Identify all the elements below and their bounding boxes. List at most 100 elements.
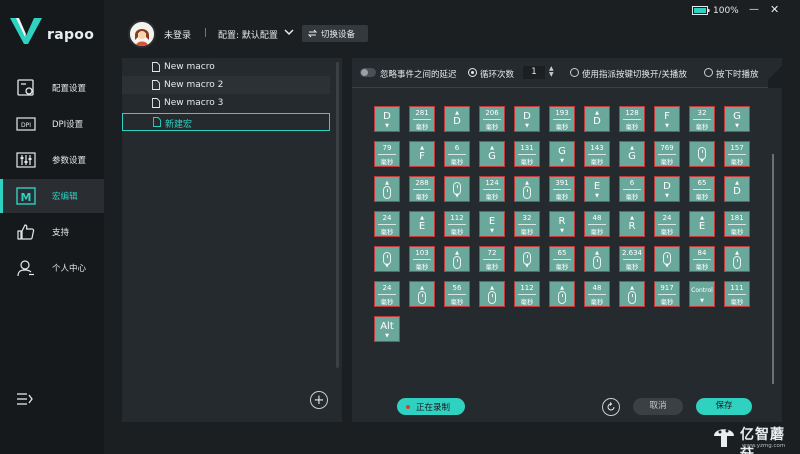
mouse-up-event[interactable]: ▲ [514,176,540,202]
delay-event[interactable]: 24 毫秒 [654,211,680,237]
current-config[interactable]: 配置: 默认配置 [218,28,278,41]
delay-event[interactable]: 769 毫秒 [654,141,680,167]
delay-event[interactable]: 72 毫秒 [479,246,505,272]
save-button[interactable]: 保存 [696,398,752,415]
key-down-event[interactable]: Control ▼ [689,281,715,307]
sidebar-item-macro[interactable]: M 宏编辑 [0,179,104,213]
key-up-event[interactable]: D ▲ [444,106,470,132]
key-down-event[interactable]: G ▼ [549,141,575,167]
mouse-up-event[interactable]: ▲ [619,281,645,307]
delay-event[interactable]: 79 毫秒 [374,141,400,167]
mouse-up-event[interactable]: ▲ [479,281,505,307]
loop-count-stepper[interactable]: ▲ ▼ [549,66,554,78]
delay-event[interactable]: 56 毫秒 [444,281,470,307]
chevron-down-icon[interactable] [284,28,294,36]
ignore-delay-toggle[interactable] [360,68,376,77]
macro-list-scrollbar[interactable] [336,62,339,368]
delay-event[interactable]: 124 毫秒 [479,176,505,202]
delay-event[interactable]: 112 毫秒 [444,211,470,237]
delay-event[interactable]: 181 毫秒 [724,211,750,237]
delay-event[interactable]: 193 毫秒 [549,106,575,132]
key-down-event[interactable]: Alt ▼ [374,316,400,342]
delay-event[interactable]: 128 毫秒 [619,106,645,132]
macro-list-item[interactable]: New macro 2 [122,76,330,94]
mouse-up-event[interactable]: ▲ [549,281,575,307]
delay-event[interactable]: 32 毫秒 [514,211,540,237]
mouse-down-event[interactable]: ▼ [514,246,540,272]
mouse-up-event[interactable]: ▲ [409,281,435,307]
key-up-event[interactable]: G ▲ [479,141,505,167]
delay-event[interactable]: 206 毫秒 [479,106,505,132]
record-button[interactable]: 正在录制 [397,398,465,415]
delay-event[interactable]: 391 毫秒 [549,176,575,202]
mouse-up-event[interactable]: ▲ [444,246,470,272]
key-up-event[interactable]: G ▲ [619,141,645,167]
event-grid-scrollbar[interactable] [772,154,774,384]
sidebar-item-params[interactable]: 参数设置 [0,143,104,177]
mouse-down-event[interactable]: ▼ [374,246,400,272]
sidebar-item-support[interactable]: 支持 [0,215,104,249]
delay-event[interactable]: 917 毫秒 [654,281,680,307]
add-macro-button[interactable]: + [310,391,328,409]
delay-event[interactable]: 84 毫秒 [689,246,715,272]
mouse-down-event[interactable]: ▼ [444,176,470,202]
sidebar-item-profile[interactable]: 个人中心 [0,251,104,285]
key-down-event[interactable]: D ▼ [654,176,680,202]
delay-event[interactable]: 24 毫秒 [374,281,400,307]
sidebar-item-config[interactable]: 配置设置 [0,71,104,105]
delay-event[interactable]: 65 毫秒 [549,246,575,272]
delay-event[interactable]: 143 毫秒 [584,141,610,167]
stepper-down-icon[interactable]: ▼ [549,72,554,78]
toggle-mode-radio[interactable] [570,68,579,77]
key-down-event[interactable]: F ▼ [654,106,680,132]
mouse-down-event[interactable]: ▼ [689,141,715,167]
key-down-event[interactable]: E ▼ [479,211,505,237]
avatar[interactable] [128,20,156,48]
macro-list-item[interactable]: New macro 3 [122,94,330,112]
loop-count-input[interactable]: 1 [523,66,545,79]
delay-event[interactable]: 6 毫秒 [619,176,645,202]
delay-event[interactable]: 131 毫秒 [514,141,540,167]
key-down-event[interactable]: D ▼ [374,106,400,132]
key-up-event[interactable]: R ▲ [619,211,645,237]
delay-event[interactable]: 157 毫秒 [724,141,750,167]
key-down-event[interactable]: E ▼ [584,176,610,202]
minimize-button[interactable]: — [749,4,759,15]
reset-button[interactable] [602,398,620,416]
key-down-event[interactable]: D ▼ [514,106,540,132]
delay-event[interactable]: 112 毫秒 [514,281,540,307]
close-button[interactable]: ✕ [770,3,779,16]
macro-list-item[interactable]: New macro [122,58,330,76]
macro-list-item-selected[interactable]: 新建宏 [122,113,330,131]
key-up-event[interactable]: F ▲ [409,141,435,167]
key-down-event[interactable]: R ▼ [549,211,575,237]
mouse-up-event[interactable]: ▲ [374,176,400,202]
delay-event[interactable]: 288 毫秒 [409,176,435,202]
delay-event[interactable]: 281 毫秒 [409,106,435,132]
cancel-button[interactable]: 取消 [633,398,683,415]
delay-event[interactable]: 32 毫秒 [689,106,715,132]
delay-event[interactable]: 48 毫秒 [584,281,610,307]
delay-event[interactable]: 2.634 毫秒 [619,246,645,272]
key-up-event[interactable]: E ▲ [409,211,435,237]
delay-event[interactable]: 65 毫秒 [689,176,715,202]
delay-event[interactable]: 6 毫秒 [444,141,470,167]
sidebar-item-dpi[interactable]: DPI DPI设置 [0,107,104,141]
delay-event[interactable]: 48 毫秒 [584,211,610,237]
hold-mode-radio[interactable] [704,68,713,77]
key-up-event[interactable]: E ▲ [689,211,715,237]
mouse-down-event[interactable]: ▼ [654,246,680,272]
delay-event[interactable]: 111 毫秒 [724,281,750,307]
key-down-event[interactable]: G ▼ [724,106,750,132]
login-status[interactable]: 未登录 [164,28,191,41]
key-up-event[interactable]: D ▲ [584,106,610,132]
key-up-event[interactable]: D ▲ [724,176,750,202]
loop-mode-radio[interactable] [468,68,477,77]
mouse-up-event[interactable]: ▲ [584,246,610,272]
switch-device-button[interactable]: 切换设备 [302,25,368,42]
delay-event[interactable]: 24 毫秒 [374,211,400,237]
delay-event[interactable]: 103 毫秒 [409,246,435,272]
delay-unit: 毫秒 [730,298,744,306]
mouse-up-event[interactable]: ▲ [724,246,750,272]
collapse-menu-icon[interactable] [16,392,34,406]
